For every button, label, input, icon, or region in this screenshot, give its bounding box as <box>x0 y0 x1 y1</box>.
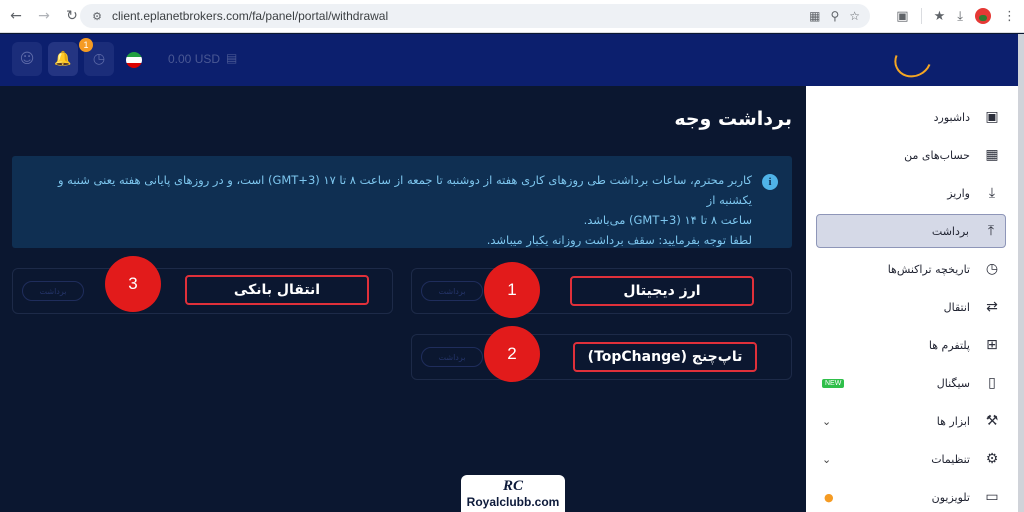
extensions-icon[interactable]: ▣ <box>896 9 908 24</box>
notification-badge: 1 <box>79 38 93 52</box>
new-badge: NEW <box>822 378 845 388</box>
fire-icon: ● <box>824 490 834 504</box>
upload-icon: ⤒ <box>987 223 995 239</box>
watermark-logo: RC <box>502 478 523 494</box>
info-icon: i <box>762 174 778 190</box>
toolbar-divider <box>920 8 922 24</box>
withdraw-button[interactable]: برداشت <box>22 281 84 301</box>
info-text: کاربر محترم، ساعات برداشت طی روزهای کاری… <box>22 170 752 250</box>
history-icon: ◷ <box>985 261 999 277</box>
sidebar-item-history[interactable]: ◷ تاریخچه تراکنش‌ها <box>816 252 1006 286</box>
step-marker-3: 3 <box>105 256 161 312</box>
sidebar-item-tv[interactable]: ▭ تلویزیون ● <box>816 480 1006 512</box>
accounts-grid-icon: ▦ <box>985 147 999 163</box>
settings-icon: ⚙ <box>985 451 999 467</box>
method-name-crypto[interactable]: ارز دیجیتال <box>570 276 754 306</box>
info-line-2: ساعت ۸ تا ۱۴ (GMT+3) می‌باشد. <box>583 213 752 227</box>
back-icon[interactable]: ← <box>4 4 28 28</box>
forward-icon[interactable]: → <box>32 4 56 28</box>
profile-avatar[interactable] <box>975 8 991 24</box>
step-marker-2: 2 <box>484 326 540 382</box>
wallet-icon[interactable]: ▤ <box>226 51 237 65</box>
method-name-bank[interactable]: انتقال بانکی <box>185 275 369 305</box>
menu-kebab-icon[interactable]: ⋮ <box>1003 9 1016 24</box>
sidebar-item-signal[interactable]: ▯ سیگنال NEW <box>816 366 1006 400</box>
url-text[interactable]: client.eplanetbrokers.com/fa/panel/porta… <box>112 9 388 23</box>
chevron-down-icon[interactable]: ⌄ <box>822 415 831 428</box>
info-alert: i کاربر محترم، ساعات برداشت طی روزهای کا… <box>12 156 792 248</box>
app-header: ☺ 🔔 ◷ <box>0 34 1024 86</box>
signal-icon: ▯ <box>988 375 996 391</box>
transfer-icon: ⇄ <box>986 299 998 315</box>
chevron-down-icon[interactable]: ⌄ <box>822 453 831 466</box>
withdraw-button[interactable]: برداشت <box>421 281 483 301</box>
page-title: برداشت وجه <box>674 108 792 130</box>
sidebar-item-accounts[interactable]: ▦ حساب‌های من <box>816 138 1006 172</box>
sidebar-item-withdrawal[interactable]: ⤒ برداشت <box>816 214 1006 248</box>
balance-text: 0.00 USD <box>168 52 221 66</box>
header-scrollbar <box>1018 34 1024 86</box>
site-info-icon[interactable]: ⚙ <box>90 9 104 23</box>
zoom-icon[interactable]: ⚲ <box>830 9 839 23</box>
downloads-icon[interactable]: ⤓ <box>957 9 963 24</box>
sidebar-item-dashboard[interactable]: ▣ داشبورد <box>816 100 1006 134</box>
dashboard-icon: ▣ <box>985 109 999 125</box>
sidebar: ▣ داشبورد ▦ حساب‌های من ⤓ واریز ⤒ برداشت… <box>806 86 1024 512</box>
address-bar[interactable]: ⚙ client.eplanetbrokers.com/fa/panel/por… <box>80 4 870 28</box>
browser-toolbar: ← → ↻ ⚙ client.eplanetbrokers.com/fa/pan… <box>0 0 1024 33</box>
watermark-text: Royalclubb.com <box>466 495 560 509</box>
sidebar-item-tools[interactable]: ⚒ ابزار ها ⌄ <box>816 404 1006 438</box>
bookmark-star-icon[interactable]: ☆ <box>849 9 860 23</box>
tools-icon: ⚒ <box>985 413 999 429</box>
sidebar-scrollbar[interactable] <box>1018 86 1024 512</box>
sidebar-item-platforms[interactable]: ⊞ پلتفرم ها <box>816 328 1006 362</box>
sidebar-item-deposit[interactable]: ⤓ واریز <box>816 176 1006 210</box>
step-marker-1: 1 <box>484 262 540 318</box>
info-line-3: لطفا توجه بفرمایید: سقف برداشت روزانه یک… <box>486 233 752 247</box>
sidebar-item-transfer[interactable]: ⇄ انتقال <box>816 290 1006 324</box>
info-line-1: کاربر محترم، ساعات برداشت طی روزهای کاری… <box>57 173 752 207</box>
bookmarks-icon[interactable]: ★ <box>934 9 946 24</box>
platform-icon: ⊞ <box>986 337 998 353</box>
tv-icon: ▭ <box>985 489 999 505</box>
method-name-topchange[interactable]: تاپ‌چنج (TopChange) <box>573 342 757 372</box>
user-icon[interactable]: ☺ <box>12 42 42 76</box>
withdraw-button[interactable]: برداشت <box>421 347 483 367</box>
sidebar-item-settings[interactable]: ⚙ تنظیمات ⌄ <box>816 442 1006 476</box>
watermark: RC Royalclubb.com <box>461 475 565 512</box>
iran-flag-icon[interactable] <box>126 52 142 68</box>
download-icon: ⤓ <box>988 185 996 201</box>
translate-icon[interactable]: ▦ <box>809 9 820 23</box>
bell-icon[interactable]: 🔔 <box>48 42 78 76</box>
